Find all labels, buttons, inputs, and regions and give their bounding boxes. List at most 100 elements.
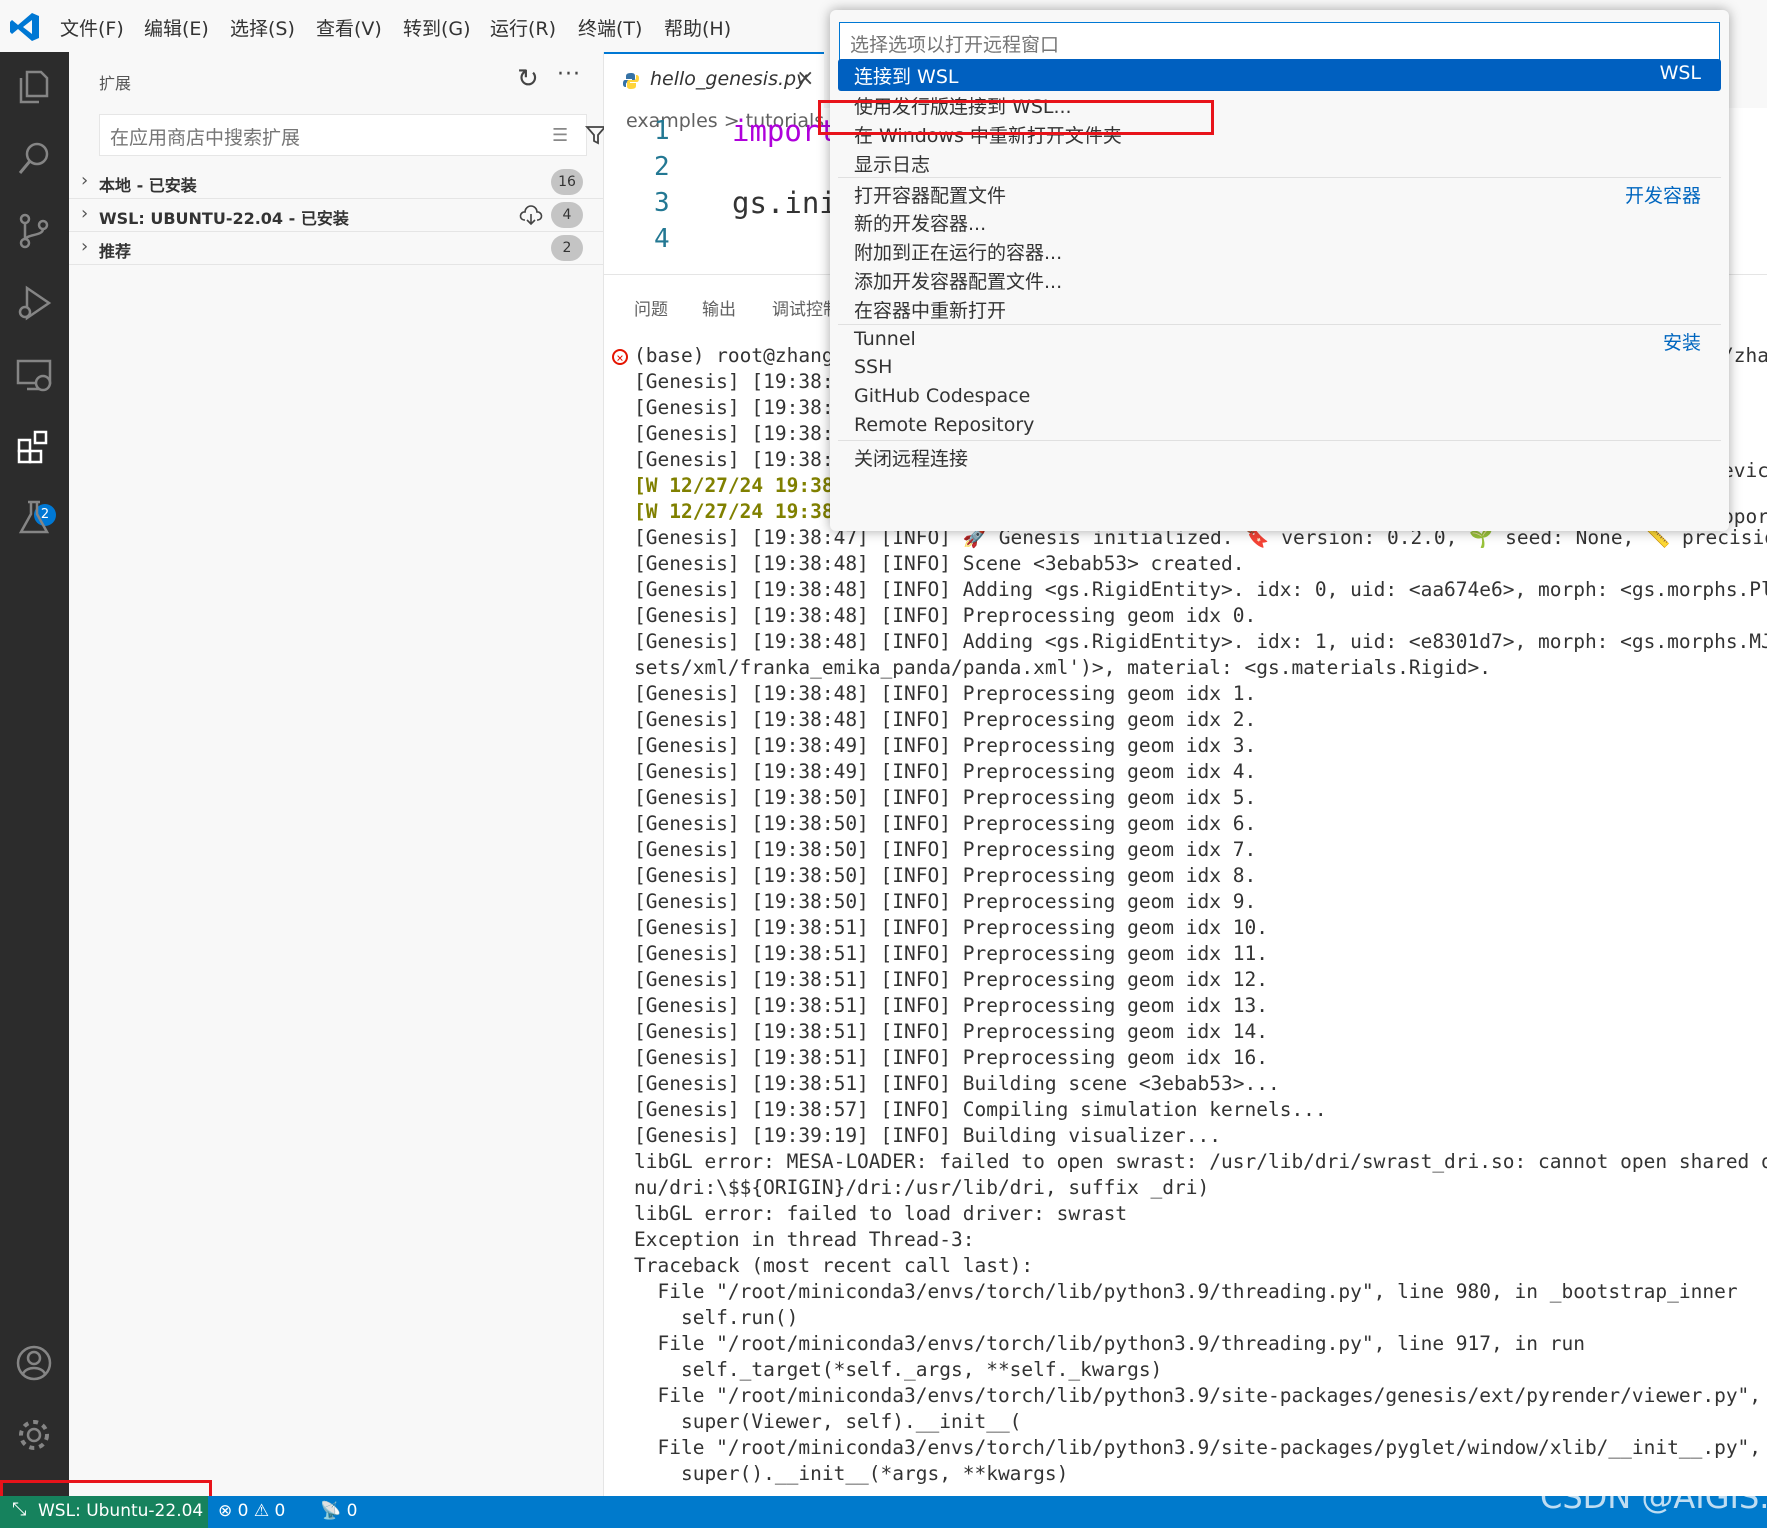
extension-search-input[interactable]: 在应用商店中搜索扩展 ☰	[99, 114, 607, 156]
highlight-box-distro-option	[818, 100, 1214, 135]
quick-pick-item[interactable]: 在容器中重新打开	[838, 293, 1721, 325]
terminal-line: [Genesis] [19:38:51] [INFO] Preprocessin…	[634, 994, 1268, 1017]
section-label: WSL: UBUNTU-22.04 - 已安装	[99, 209, 349, 228]
testing-icon[interactable]	[13, 496, 55, 538]
terminal-line: File "/root/miniconda3/envs/torch/lib/py…	[634, 1436, 1767, 1459]
section-installed-wsl[interactable]: › WSL: UBUNTU-22.04 - 已安装 4	[69, 199, 603, 232]
remote-quick-pick: 选择选项以打开远程窗口 连接到 WSL WSL 使用发行版连接到 WSL... 在 W…	[830, 10, 1729, 531]
terminal-line: [Genesis] [19:38:51] [INFO] Preprocessin…	[634, 968, 1268, 991]
cloud-download-icon[interactable]	[519, 204, 543, 226]
terminal-line: [Genesis] [19:38:51] [INFO] Preprocessin…	[634, 942, 1268, 965]
account-icon[interactable]	[13, 1342, 55, 1384]
ports-count: 0	[346, 1501, 358, 1521]
line-number: 1	[654, 116, 670, 146]
terminal-line: [Genesis] [19:38:51] [INFO] Preprocessin…	[634, 916, 1268, 939]
quick-pick-item-label: Remote Repository	[854, 414, 1035, 436]
explorer-icon[interactable]	[13, 66, 55, 108]
remote-explorer-icon[interactable]	[13, 354, 55, 396]
menu-terminal[interactable]: 终端(T)	[578, 14, 642, 41]
quick-pick-item-label: 显示日志	[854, 154, 931, 176]
terminal-line: [Genesis] [19:38:51] [INFO] Building sce…	[634, 1072, 1280, 1095]
terminal-line: [Genesis] [19:38:50] [INFO] Preprocessin…	[634, 786, 1257, 809]
clear-filter-icon[interactable]: ☰	[552, 125, 568, 146]
quick-pick-item[interactable]: SSH	[838, 353, 1721, 385]
tab-label: hello_genesis.py	[650, 68, 808, 90]
line-number: 3	[654, 188, 670, 218]
search-icon[interactable]	[13, 138, 55, 180]
error-circle-icon: ⊗	[218, 1501, 233, 1521]
menu-edit[interactable]: 编辑(E)	[144, 14, 209, 41]
settings-gear-icon[interactable]	[13, 1414, 55, 1456]
ports-indicator[interactable]: 📡 0	[320, 1501, 357, 1521]
watermark: CSDN @AIGIS.	[1540, 1478, 1767, 1516]
terminal-line: (base) root@zhangi	[634, 344, 846, 367]
terminal-line: [Genesis] [19:38:48] [INFO] Adding <gs.R…	[634, 578, 1767, 601]
source-control-icon[interactable]	[13, 210, 55, 252]
terminal-line: [Genesis] [19:38:51] [INFO] Preprocessin…	[634, 1020, 1268, 1043]
quick-pick-item[interactable]: 关闭远程连接	[838, 440, 1721, 473]
more-actions-icon[interactable]: ···	[557, 62, 581, 87]
terminal-line: libGL error: failed to load driver: swra…	[634, 1202, 1128, 1225]
quick-pick-item[interactable]: 连接到 WSL WSL	[838, 59, 1721, 91]
refresh-icon[interactable]: ↻	[517, 64, 539, 94]
terminal-line: Traceback (most recent call last):	[634, 1254, 1034, 1277]
extensions-icon[interactable]	[13, 426, 55, 468]
quick-pick-item[interactable]: Remote Repository	[838, 411, 1721, 443]
tab-problems[interactable]: 问题	[634, 295, 668, 320]
run-debug-icon[interactable]	[13, 282, 55, 324]
extensions-sidebar: 扩展 ↻ ··· 在应用商店中搜索扩展 ☰ › 本地 - 已安装 16 › WS…	[69, 52, 607, 1496]
terminal-line: self.run()	[634, 1306, 799, 1329]
terminal-line: [W 12/27/24 19:38:	[634, 500, 846, 523]
terminal-line: File "/root/miniconda3/envs/torch/lib/py…	[634, 1384, 1767, 1407]
quick-pick-item[interactable]: 显示日志	[838, 147, 1721, 179]
terminal-line: [Genesis] [19:38:48] [INFO] Preprocessin…	[634, 604, 1257, 627]
code-line[interactable]: gs.ini	[732, 186, 837, 220]
terminal-line: [Genesis] [19:38:57] [INFO] Compiling si…	[634, 1098, 1327, 1121]
problems-indicator[interactable]: ⊗ 0 ⚠ 0	[218, 1501, 285, 1521]
menu-run[interactable]: 运行(R)	[490, 14, 556, 41]
menu-file[interactable]: 文件(F)	[60, 14, 124, 41]
activity-bar: 2	[0, 52, 69, 1496]
terminal-line: [Genesis] [19:38:50] [INFO] Preprocessin…	[634, 838, 1257, 861]
terminal-line: [Genesis] [19:38:4	[634, 396, 846, 419]
tab-hello-genesis[interactable]: hello_genesis.py ×	[604, 52, 824, 110]
terminal-line: sets/xml/franka_emika_panda/panda.xml')>…	[634, 656, 1492, 679]
terminal-line: File "/root/miniconda3/envs/torch/lib/py…	[634, 1280, 1738, 1303]
quick-pick-item[interactable]: 添加开发容器配置文件...	[838, 264, 1721, 296]
quick-pick-item-label: SSH	[854, 356, 893, 378]
quick-pick-item[interactable]: GitHub Codespace	[838, 382, 1721, 414]
quick-pick-input[interactable]: 选择选项以打开远程窗口	[839, 22, 1720, 62]
remote-indicator[interactable]: ⤡ WSL: Ubuntu-22.04	[0, 1496, 208, 1528]
terminal-line: nu/dri:\$${ORIGIN}/dri:/usr/lib/dri, suf…	[634, 1176, 1210, 1199]
line-number: 2	[654, 152, 670, 182]
quick-pick-item-label: 添加开发容器配置文件...	[854, 271, 1063, 293]
section-label: 本地 - 已安装	[99, 176, 197, 195]
terminal-line: [Genesis] [19:38:49] [INFO] Preprocessin…	[634, 760, 1257, 783]
close-icon[interactable]: ×	[796, 66, 814, 91]
section-count-badge: 2	[551, 235, 583, 261]
tab-output[interactable]: 输出	[702, 295, 736, 320]
quick-pick-item[interactable]: 新的开发容器...	[838, 206, 1721, 238]
quick-pick-item[interactable]: 附加到正在运行的容器...	[838, 235, 1721, 267]
section-label: 推荐	[99, 242, 132, 261]
terminal-line: self._target(*self._args, **self._kwargs…	[634, 1358, 1163, 1381]
chevron-right-icon: ›	[81, 170, 89, 191]
menu-help[interactable]: 帮助(H)	[664, 14, 731, 41]
section-installed-local[interactable]: › 本地 - 已安装 16	[69, 166, 603, 199]
vscode-logo-icon	[10, 13, 39, 41]
warning-count: 0	[274, 1501, 286, 1521]
menu-view[interactable]: 查看(V)	[316, 14, 382, 41]
terminal-line: [Genesis] [19:38:48] [INFO] Preprocessin…	[634, 682, 1257, 705]
quick-pick-placeholder: 选择选项以打开远程窗口	[850, 34, 1060, 56]
terminal-line: [Genesis] [19:38:4	[634, 370, 846, 393]
quick-pick-item-detail: 开发容器	[1624, 185, 1701, 207]
terminal-line: [Genesis] [19:38:48] [INFO] Scene <3ebab…	[634, 552, 1245, 575]
terminal-line: super(Viewer, self).__init__(	[634, 1410, 1022, 1433]
section-recommended[interactable]: › 推荐 2	[69, 232, 603, 265]
chevron-right-icon: ›	[81, 236, 89, 257]
section-count-badge: 16	[551, 169, 583, 195]
chevron-right-icon: ›	[81, 203, 89, 224]
menu-go[interactable]: 转到(G)	[403, 14, 471, 41]
terminal-line: libGL error: MESA-LOADER: failed to open…	[634, 1150, 1767, 1173]
menu-selection[interactable]: 选择(S)	[230, 14, 295, 41]
